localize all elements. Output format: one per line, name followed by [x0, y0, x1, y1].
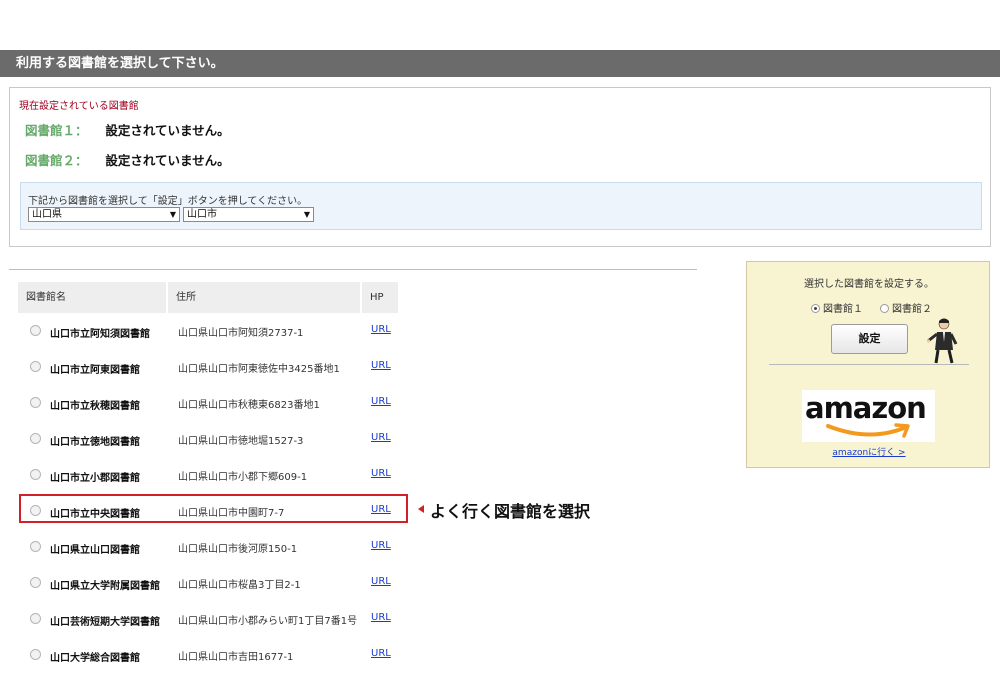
set-library-panel: 選択した図書館を設定する。 図書館１ 図書館２ 設定 amazon amazon… [746, 261, 990, 468]
library-address: 山口県山口市徳地堀1527-3 [178, 436, 304, 447]
table-row: 山口芸術短期大学図書館 山口県山口市小郡みらい町1丁目7番1号 URL [18, 601, 398, 637]
table-row: 山口市立秋穂図書館 山口県山口市秋穂東6823番地1 URL [18, 385, 398, 421]
library-1-label: 図書館１： [25, 123, 88, 138]
library-url-link[interactable]: URL [371, 324, 391, 335]
table-row: 山口大学総合図書館 山口県山口市吉田1677-1 URL [18, 637, 398, 673]
library-name: 山口市立小郡図書館 [50, 473, 140, 484]
library-address: 山口県山口市吉田1677-1 [178, 652, 294, 663]
chevron-down-icon: ▼ [303, 210, 310, 219]
library-2-option-label: 図書館２ [892, 304, 932, 315]
library-url-link[interactable]: URL [371, 396, 391, 407]
library-name: 山口市立秋穂図書館 [50, 401, 140, 412]
current-library-box: 現在設定されている図書館 図書館１： 設定されていません。 図書館２： 設定され… [9, 87, 991, 247]
library-table: 図書館名 住所 HP 山口市立阿知須図書館 山口県山口市阿知須2737-1 UR… [18, 282, 398, 664]
library-radio[interactable] [30, 325, 41, 336]
table-row: 山口市立徳地図書館 山口県山口市徳地堀1527-3 URL [18, 421, 398, 457]
column-header-name: 図書館名 [18, 282, 166, 313]
library-1-option-label: 図書館１ [823, 304, 863, 315]
highlight-box [19, 494, 408, 523]
annotation-text: よく行く図書館を選択 [430, 502, 591, 521]
library-url-link[interactable]: URL [371, 648, 391, 659]
radio-selected-icon[interactable] [811, 304, 820, 313]
amazon-link[interactable]: amazonに行く > [747, 445, 991, 458]
amazon-logo-text: amazon [805, 391, 927, 425]
column-header-address: 住所 [168, 282, 360, 313]
panel-divider [769, 364, 969, 365]
table-header: 図書館名 住所 HP [18, 282, 398, 313]
library-2-label: 図書館２： [25, 153, 88, 168]
column-header-hp: HP [362, 282, 398, 313]
library-address: 山口県山口市秋穂東6823番地1 [178, 400, 320, 411]
selection-instruction: 下記から図書館を選択して「設定」ボタンを押してください。 [28, 196, 308, 207]
library-address: 山口県山口市桜畠3丁目2-1 [178, 580, 301, 591]
section-divider [9, 269, 697, 270]
arrow-left-icon [418, 505, 424, 513]
library-radio[interactable] [30, 397, 41, 408]
selection-panel: 下記から図書館を選択して「設定」ボタンを押してください。 山口県 ▼ 山口市 ▼ [20, 182, 982, 230]
table-row: 山口県立山口図書館 山口県山口市後河原150-1 URL [18, 529, 398, 565]
library-name: 山口県立大学附属図書館 [50, 581, 160, 592]
table-row: 山口市立阿知須図書館 山口県山口市阿知須2737-1 URL [18, 313, 398, 349]
library-radio[interactable] [30, 433, 41, 444]
library-1-option[interactable]: 図書館１ [811, 300, 863, 315]
library-radio[interactable] [30, 613, 41, 624]
library-address: 山口県山口市阿東徳佐中3425番地1 [178, 364, 340, 375]
library-url-link[interactable]: URL [371, 360, 391, 371]
library-address: 山口県山口市阿知須2737-1 [178, 328, 304, 339]
amazon-smile-icon [826, 423, 910, 438]
library-radio[interactable] [30, 649, 41, 660]
prefecture-select-value: 山口県 [32, 209, 62, 220]
chevron-down-icon: ▼ [169, 210, 176, 219]
library-url-link[interactable]: URL [371, 432, 391, 443]
library-url-link[interactable]: URL [371, 540, 391, 551]
library-name: 山口県立山口図書館 [50, 545, 140, 556]
set-button[interactable]: 設定 [831, 324, 908, 354]
library-2-value: 設定されていません。 [105, 153, 230, 168]
library-address: 山口県山口市小郡みらい町1丁目7番1号 [178, 616, 358, 627]
table-row: 山口市立阿東図書館 山口県山口市阿東徳佐中3425番地1 URL [18, 349, 398, 385]
library-2-option[interactable]: 図書館２ [880, 300, 932, 315]
prefecture-select[interactable]: 山口県 ▼ [28, 207, 180, 222]
library-name: 山口市立徳地図書館 [50, 437, 140, 448]
library-name: 山口市立阿知須図書館 [50, 329, 150, 340]
library-radio[interactable] [30, 577, 41, 588]
library-name: 山口大学総合図書館 [50, 653, 140, 664]
library-1-value: 設定されていません。 [105, 123, 230, 138]
library-radio[interactable] [30, 469, 41, 480]
table-row: 山口市立小郡図書館 山口県山口市小郡下郷609-1 URL [18, 457, 398, 493]
library-address: 山口県山口市小郡下郷609-1 [178, 472, 308, 483]
library-url-link[interactable]: URL [371, 468, 391, 479]
table-row: 山口県立大学附属図書館 山口県山口市桜畠3丁目2-1 URL [18, 565, 398, 601]
set-library-title: 選択した図書館を設定する。 [804, 279, 934, 290]
library-url-link[interactable]: URL [371, 612, 391, 623]
library-name: 山口芸術短期大学図書館 [50, 617, 160, 628]
city-select-value: 山口市 [187, 209, 217, 220]
library-address: 山口県山口市後河原150-1 [178, 544, 298, 555]
library-url-link[interactable]: URL [371, 576, 391, 587]
library-name: 山口市立阿東図書館 [50, 365, 140, 376]
amazon-logo[interactable]: amazon [802, 390, 935, 442]
library-radio[interactable] [30, 541, 41, 552]
page-header: 利用する図書館を選択して下さい。 [0, 50, 1000, 77]
businessman-pointing-icon [927, 318, 958, 364]
radio-icon[interactable] [880, 304, 889, 313]
current-library-title: 現在設定されている図書館 [19, 101, 139, 112]
city-select[interactable]: 山口市 ▼ [183, 207, 314, 222]
page-title: 利用する図書館を選択して下さい。 [16, 56, 224, 71]
library-2-row: 図書館２： 設定されていません。 [25, 150, 230, 169]
library-radio[interactable] [30, 361, 41, 372]
library-1-row: 図書館１： 設定されていません。 [25, 120, 230, 139]
